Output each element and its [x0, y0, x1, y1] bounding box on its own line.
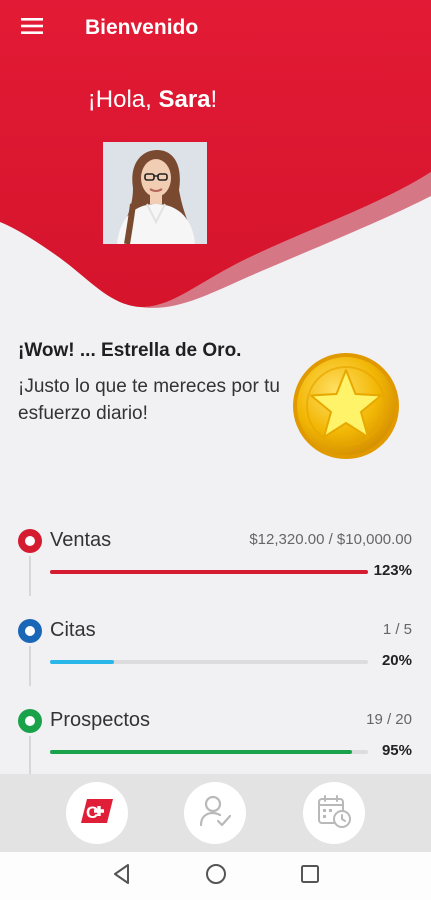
metric-percent: 95%	[381, 742, 412, 759]
progress-fill	[50, 570, 368, 574]
achievement-message: ¡Justo lo que te mereces por tu esfuerzo…	[18, 376, 280, 424]
greeting-prefix: ¡Hola,	[87, 86, 159, 113]
back-triangle-icon	[112, 863, 132, 890]
progress-track	[50, 660, 368, 664]
menu-button[interactable]	[0, 0, 64, 56]
avatar	[103, 142, 207, 244]
recents-button[interactable]	[297, 863, 323, 889]
metric-label: Ventas	[50, 529, 112, 551]
calendar-clock-icon	[316, 793, 352, 834]
metric-ventas: Ventas $12,320.00 / $10,000.00 123%	[0, 528, 431, 598]
greeting-suffix: !	[210, 86, 218, 113]
citas-status-icon	[18, 619, 42, 643]
back-button[interactable]	[109, 863, 135, 889]
metric-prospectos: Prospectos 19 / 20 95%	[0, 708, 431, 778]
metric-percent: 123%	[373, 562, 412, 579]
metric-ratio: $12,320.00 / $10,000.00	[249, 531, 412, 548]
nav-home-button[interactable]: C	[66, 782, 129, 844]
progress-track	[50, 570, 368, 574]
metric-ratio: 1 / 5	[382, 621, 412, 638]
metric-percent: 20%	[381, 652, 412, 669]
home-circle-icon	[205, 863, 227, 890]
metric-label: Prospectos	[50, 709, 151, 731]
achievement-title: ¡Wow! ... Estrella de Oro.	[18, 340, 242, 361]
progress-track	[50, 750, 368, 754]
nav-clients-button[interactable]	[184, 782, 247, 844]
home-button[interactable]	[203, 863, 229, 889]
timeline-line	[29, 736, 31, 776]
logo-icon: C	[79, 797, 115, 830]
prospectos-status-icon	[18, 709, 42, 733]
gold-star-medal-icon	[292, 352, 400, 460]
page-title: Bienvenido	[85, 16, 199, 39]
metric-citas: Citas 1 / 5 20%	[0, 618, 431, 688]
recents-square-icon	[300, 864, 320, 889]
ventas-status-icon	[18, 529, 42, 553]
progress-fill	[50, 750, 353, 754]
timeline-line	[29, 646, 31, 686]
app-bar: Bienvenido	[0, 0, 431, 56]
metric-ratio: 19 / 20	[366, 711, 412, 728]
achievement-card: ¡Wow! ... Estrella de Oro. ¡Justo lo que…	[18, 338, 280, 427]
greeting: ¡Hola, Sara!	[0, 86, 305, 114]
user-name: Sara	[158, 86, 211, 113]
hamburger-icon	[21, 17, 43, 40]
system-navigation-bar	[0, 852, 431, 900]
progress-fill	[50, 660, 114, 664]
nav-calendar-button[interactable]	[302, 782, 365, 844]
user-check-icon	[198, 794, 232, 833]
metric-label: Citas	[50, 619, 96, 641]
bottom-navigation: C	[0, 774, 431, 852]
timeline-line	[29, 556, 31, 596]
